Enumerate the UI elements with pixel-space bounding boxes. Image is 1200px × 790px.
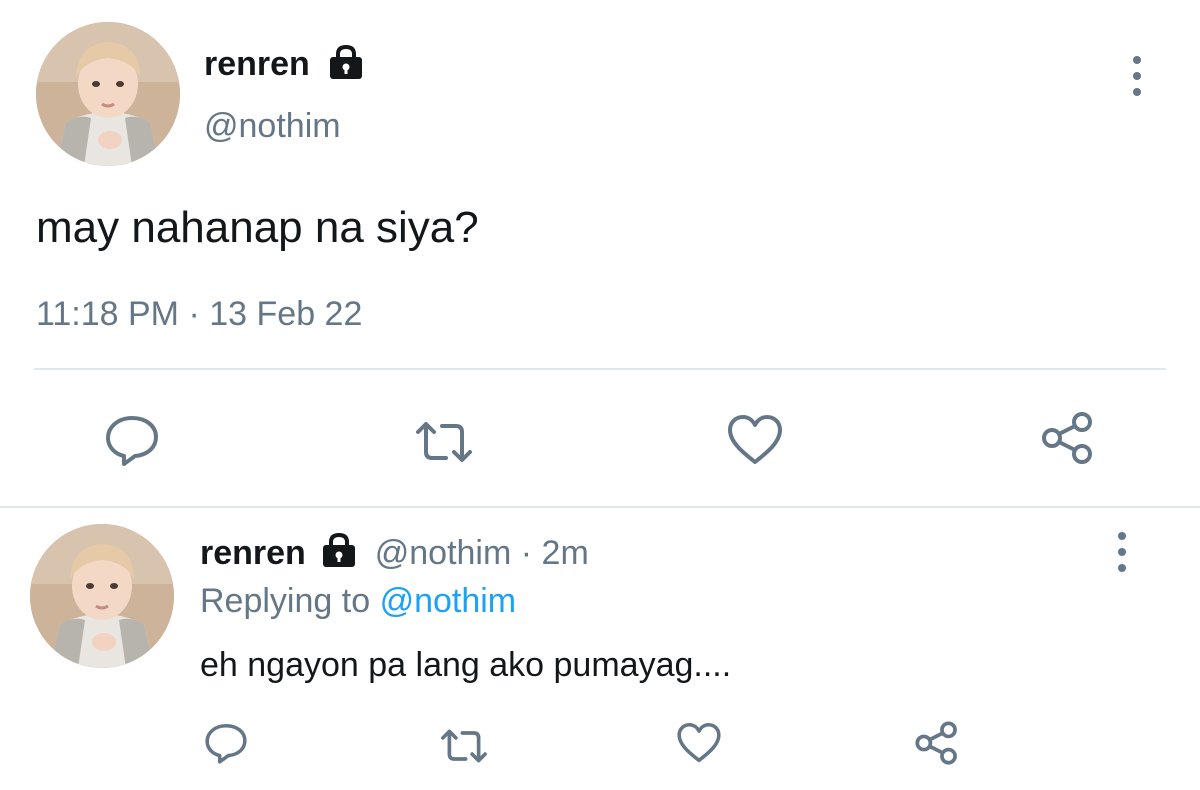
- replying-to-handle-link[interactable]: @nothim: [380, 582, 517, 620]
- like-icon[interactable]: [726, 414, 784, 466]
- lock-icon: [319, 532, 359, 568]
- share-icon[interactable]: [914, 720, 960, 766]
- main-tweet-time: 11:18 PM: [36, 295, 180, 333]
- reply-tweet-text: eh ngayon pa lang ako pumayag....: [200, 646, 732, 684]
- more-options-icon[interactable]: [1118, 532, 1126, 580]
- reply-tweet-header: renren @nothim · 2m: [200, 532, 589, 574]
- retweet-icon[interactable]: [412, 418, 476, 466]
- main-tweet-timestamp[interactable]: 11:18 PM · 13 Feb 22: [36, 294, 362, 334]
- main-tweet-avatar[interactable]: [36, 22, 180, 166]
- retweet-icon[interactable]: [438, 726, 490, 766]
- lock-icon: [326, 44, 366, 80]
- reply-tweet-display-name[interactable]: renren: [200, 534, 306, 572]
- main-tweet-divider: [34, 368, 1166, 370]
- reply-icon[interactable]: [104, 414, 160, 466]
- thread-divider: [0, 506, 1200, 508]
- like-icon[interactable]: [676, 722, 722, 764]
- reply-tweet-age[interactable]: 2m: [542, 534, 589, 572]
- replying-to-line: Replying to @nothim: [200, 580, 516, 622]
- main-tweet-text: may nahanap na siya?: [36, 203, 479, 252]
- main-tweet-handle[interactable]: @nothim: [204, 106, 341, 146]
- timestamp-separator: ·: [188, 295, 200, 333]
- main-tweet-display-name[interactable]: renren: [204, 44, 310, 84]
- replying-to-prefix: Replying to: [200, 582, 371, 620]
- reply-icon[interactable]: [204, 722, 248, 764]
- reply-tweet-avatar[interactable]: [30, 524, 174, 668]
- main-tweet-date: 13 Feb 22: [209, 295, 363, 333]
- share-icon[interactable]: [1040, 410, 1096, 466]
- reply-tweet-separator: ·: [520, 534, 533, 572]
- reply-tweet-handle[interactable]: @nothim: [375, 534, 512, 572]
- more-options-icon[interactable]: [1133, 56, 1141, 104]
